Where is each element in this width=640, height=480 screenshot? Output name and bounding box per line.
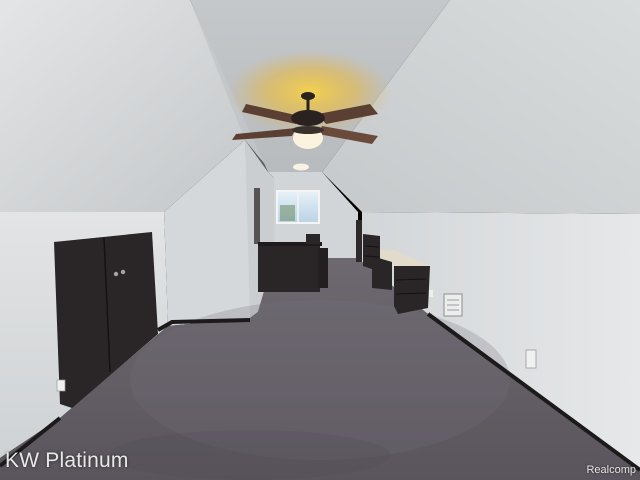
source-watermark: Realcomp <box>586 464 636 476</box>
desk-right-drawers <box>394 266 430 314</box>
door-knob-right <box>120 269 126 275</box>
desk-drawer-unit <box>372 256 392 290</box>
back-doorway <box>356 220 362 262</box>
wall-outlet-left <box>56 379 66 392</box>
door-knob-left <box>113 271 119 277</box>
room-scene <box>0 0 640 480</box>
brand-watermark: KW Platinum <box>5 449 129 472</box>
kitchenette-cabinet <box>258 244 320 292</box>
recessed-light <box>293 163 309 171</box>
attic-room-photo: KW Platinum Realcomp <box>0 0 640 480</box>
wall-outlet-right <box>525 349 537 369</box>
